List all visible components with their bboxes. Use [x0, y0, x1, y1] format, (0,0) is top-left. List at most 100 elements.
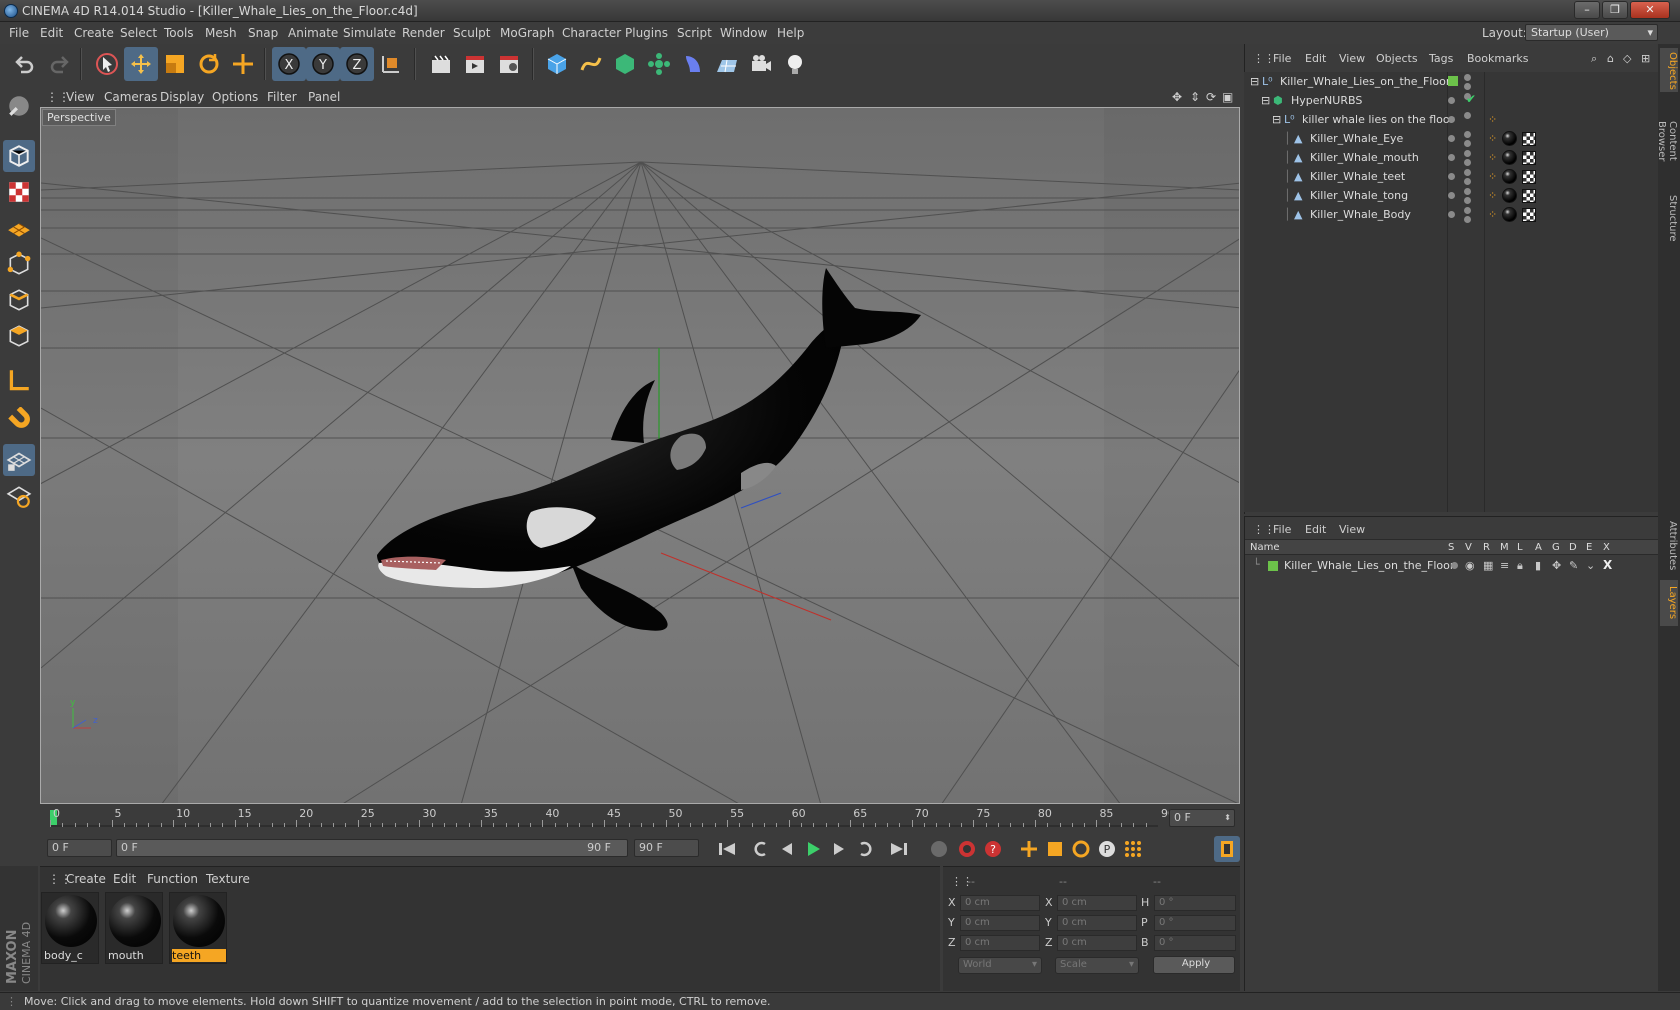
- xref-icon[interactable]: X: [1603, 558, 1612, 572]
- live-selection-button[interactable]: [90, 47, 124, 81]
- manager-icon[interactable]: ≡: [1500, 559, 1509, 572]
- menu-edit[interactable]: Edit: [40, 26, 63, 40]
- layers-menu-view[interactable]: View: [1339, 523, 1365, 536]
- menu-tools[interactable]: Tools: [164, 26, 194, 40]
- tree-row-mesh[interactable]: │ ▲ Killer_Whale_Body ⁘: [1244, 205, 1658, 225]
- go-to-start-button[interactable]: [714, 836, 740, 862]
- perspective-viewport[interactable]: y z: [40, 107, 1240, 804]
- generators-icon[interactable]: ✥: [1552, 559, 1561, 572]
- snap-button[interactable]: [3, 404, 35, 436]
- position-x-field[interactable]: 0 cm: [960, 895, 1040, 911]
- layer-solo-toggle[interactable]: [1451, 562, 1458, 569]
- render-visibility-dot[interactable]: [1464, 178, 1471, 185]
- viewport-menu-filter[interactable]: Filter: [267, 90, 297, 104]
- home-icon[interactable]: ⌂: [1607, 52, 1614, 65]
- frame-range-slider[interactable]: 0 F 90 F: [116, 839, 628, 857]
- workplane-mode-button[interactable]: [3, 212, 35, 244]
- menu-window[interactable]: Window: [720, 26, 767, 40]
- render-icon[interactable]: ▦: [1483, 559, 1493, 572]
- minimize-button[interactable]: –: [1574, 1, 1600, 19]
- menu-sculpt[interactable]: Sculpt: [453, 26, 490, 40]
- render-view-button[interactable]: [424, 47, 458, 81]
- add-spline-button[interactable]: [574, 47, 608, 81]
- next-frame-button[interactable]: [826, 836, 852, 862]
- menu-help[interactable]: Help: [777, 26, 804, 40]
- menu-render[interactable]: Render: [402, 26, 445, 40]
- locked-workplane-button[interactable]: [3, 444, 35, 476]
- tree-row-mesh[interactable]: │ ▲ Killer_Whale_tong ⁘: [1244, 186, 1658, 206]
- rotation-h-field[interactable]: 0 °: [1154, 895, 1236, 911]
- uvw-tag-icon[interactable]: [1522, 132, 1536, 146]
- add-camera-button[interactable]: [744, 47, 778, 81]
- close-button[interactable]: ✕: [1630, 1, 1670, 19]
- apply-button[interactable]: Apply: [1153, 956, 1235, 974]
- uvw-tag-icon[interactable]: [1522, 170, 1536, 184]
- menu-mograph[interactable]: MoGraph: [500, 26, 555, 40]
- uvw-tag-icon[interactable]: [1522, 151, 1536, 165]
- layout-select[interactable]: Startup (User) ▾: [1525, 24, 1658, 41]
- size-y-field[interactable]: 0 cm: [1057, 915, 1137, 931]
- deformers-icon[interactable]: ✎: [1569, 559, 1578, 572]
- go-to-end-button[interactable]: [886, 836, 912, 862]
- material-menu-texture[interactable]: Texture: [206, 872, 250, 886]
- editor-visibility-dot[interactable]: [1448, 211, 1455, 218]
- material-tag-icon[interactable]: [1502, 169, 1517, 184]
- coordinate-system-button[interactable]: [374, 47, 408, 81]
- editor-visibility-dot[interactable]: [1448, 97, 1455, 104]
- menu-file[interactable]: File: [9, 26, 29, 40]
- render-visibility-dot[interactable]: [1464, 83, 1471, 90]
- viewport-menu-cameras[interactable]: Cameras: [104, 90, 157, 104]
- size-x-field[interactable]: 0 cm: [1057, 895, 1137, 911]
- timeline-ruler[interactable]: 0 5 10 15 20 25 30 35 40 45 50 55 60 65 70 75 80 85 90 0 F…: [40, 806, 1240, 834]
- current-frame-field[interactable]: 0 F ⬍: [1169, 809, 1235, 827]
- record-keys-button[interactable]: [954, 836, 980, 862]
- redo-button[interactable]: [42, 47, 76, 81]
- tab-structure[interactable]: Structure: [1660, 190, 1678, 246]
- previous-frame-button[interactable]: [774, 836, 800, 862]
- layer-color-swatch[interactable]: [1268, 561, 1278, 571]
- objects-menu-edit[interactable]: Edit: [1305, 52, 1326, 65]
- timeline-window-button[interactable]: [1214, 836, 1240, 862]
- render-visibility-dot[interactable]: [1464, 131, 1471, 138]
- key-pla-button[interactable]: [1120, 836, 1146, 862]
- size-z-field[interactable]: 0 cm: [1057, 935, 1137, 951]
- enabled-check-icon[interactable]: ✔: [1466, 92, 1476, 106]
- tab-attributes[interactable]: Attributes: [1660, 516, 1678, 576]
- menu-mesh[interactable]: Mesh: [205, 26, 237, 40]
- editor-visibility-dot[interactable]: [1448, 192, 1455, 199]
- start-frame-field[interactable]: 0 F: [47, 839, 112, 857]
- render-visibility-dot[interactable]: [1464, 188, 1471, 195]
- tab-content-browser[interactable]: Content Browser: [1656, 96, 1678, 186]
- material-body-c[interactable]: body_c: [41, 892, 99, 964]
- eye-icon[interactable]: ◉: [1465, 559, 1475, 572]
- phong-tag-icon[interactable]: ⁘: [1488, 189, 1497, 202]
- material-teeth[interactable]: teeth: [169, 892, 227, 964]
- key-parameter-button[interactable]: P: [1094, 836, 1120, 862]
- objects-menu-view[interactable]: View: [1339, 52, 1365, 65]
- position-z-field[interactable]: 0 cm: [960, 935, 1040, 951]
- menu-script[interactable]: Script: [677, 26, 712, 40]
- play-button[interactable]: [800, 836, 826, 862]
- previous-key-button[interactable]: [748, 836, 774, 862]
- lock-icon[interactable]: 🔒︎: [1517, 559, 1523, 573]
- y-axis-lock-button[interactable]: Y: [306, 47, 340, 81]
- search-icon[interactable]: ⌕: [1591, 52, 1597, 66]
- viewport-zoom-icon[interactable]: ⇕: [1190, 90, 1200, 104]
- material-menu-function[interactable]: Function: [147, 872, 198, 886]
- undo-button[interactable]: [8, 47, 42, 81]
- menu-character[interactable]: Character: [562, 26, 621, 40]
- render-visibility-dot[interactable]: [1464, 216, 1471, 223]
- material-tag-icon[interactable]: [1502, 150, 1517, 165]
- phong-tag-icon[interactable]: ⁘: [1488, 151, 1497, 164]
- viewport-layout-icon[interactable]: ▣: [1222, 90, 1233, 104]
- z-axis-lock-button[interactable]: Z: [340, 47, 374, 81]
- maximize-button[interactable]: ❐: [1602, 1, 1628, 19]
- material-menu-edit[interactable]: Edit: [113, 872, 136, 886]
- render-visibility-dot[interactable]: [1464, 140, 1471, 147]
- editor-visibility-dot[interactable]: [1448, 116, 1455, 123]
- move-tool-button[interactable]: [124, 47, 158, 81]
- layers-menu-file[interactable]: File: [1273, 523, 1291, 536]
- add-deformer-button[interactable]: [676, 47, 710, 81]
- scale-tool-button[interactable]: [158, 47, 192, 81]
- tab-layers[interactable]: Layers: [1660, 580, 1678, 626]
